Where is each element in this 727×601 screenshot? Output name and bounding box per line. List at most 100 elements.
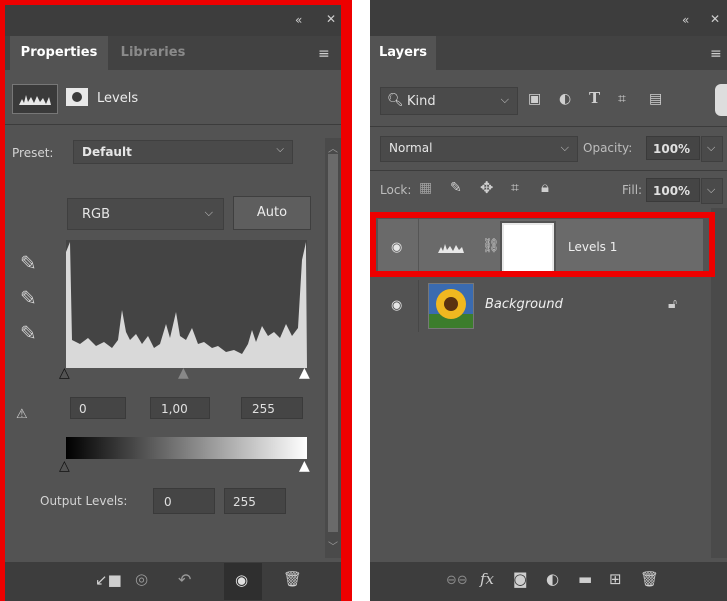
panel-menu-icon[interactable]: ≡ <box>710 47 722 61</box>
gray-eyedropper-icon[interactable]: ✎ <box>20 288 37 308</box>
link-layers-icon[interactable]: ⊖⊖ <box>446 574 468 587</box>
histogram-graph <box>66 242 307 368</box>
close-icon[interactable]: ✕ <box>710 13 720 25</box>
chevron-down-icon: ⌵ <box>560 141 569 154</box>
white-point-slider[interactable]: ▲ <box>299 366 310 380</box>
highlight-right <box>341 0 352 601</box>
collapse-icon[interactable]: « <box>682 14 689 26</box>
image-filter-icon[interactable]: ▣ <box>528 92 541 106</box>
shape-filter-icon[interactable]: ⌗ <box>618 92 626 106</box>
chevron-down-icon: ⌵ <box>500 93 509 106</box>
output-white-slider[interactable]: ▲ <box>299 459 310 473</box>
output-black-field[interactable]: 0 <box>153 488 215 514</box>
input-white-field[interactable]: 255 <box>241 397 303 419</box>
delete-layer-icon[interactable]: 🗑︎ <box>640 572 659 587</box>
filter-kind-label: Kind <box>407 94 436 109</box>
chevron-down-icon: ⌵ <box>707 141 716 154</box>
layer-mask-icon <box>66 88 88 106</box>
opacity-slider-toggle[interactable]: ⌵ <box>701 136 723 162</box>
opacity-label: Opacity: <box>583 141 633 155</box>
channel-value: RGB <box>82 207 111 222</box>
panel-menu-icon[interactable]: ≡ <box>318 47 330 61</box>
new-adjustment-icon[interactable]: ◐ <box>546 572 559 587</box>
tab-libraries[interactable]: Libraries <box>118 36 188 70</box>
clip-to-layer-icon[interactable]: ↙■ <box>95 573 122 588</box>
preset-value: Default <box>82 145 132 159</box>
levels-histogram-icon <box>12 84 58 114</box>
fill-field[interactable]: 100% <box>646 178 700 202</box>
new-group-icon[interactable]: ▬ <box>578 572 592 587</box>
new-layer-icon[interactable]: ⊞ <box>609 572 622 587</box>
lock-label: Lock: <box>380 183 412 197</box>
white-eyedropper-icon[interactable]: ✎ <box>20 323 37 343</box>
output-levels-label: Output Levels: <box>40 494 128 508</box>
chevron-down-icon: ⌵ <box>204 206 213 219</box>
reset-icon[interactable]: ↶ <box>178 572 191 588</box>
preset-dropdown[interactable]: Default ⌵ <box>73 140 293 164</box>
scrollbar[interactable]: ︿ ﹀ <box>325 138 341 558</box>
visibility-eye-icon: ◉ <box>235 571 249 589</box>
black-eyedropper-icon[interactable]: ✎ <box>20 253 37 273</box>
layer-mask-thumbnail[interactable] <box>502 223 554 275</box>
collapse-icon[interactable]: « <box>295 14 302 26</box>
lock-position-icon[interactable]: ✥ <box>480 180 493 196</box>
layer-name[interactable]: Background <box>485 297 563 312</box>
lock-transparent-icon[interactable]: ▦ <box>419 181 432 195</box>
highlight-top <box>0 0 347 5</box>
layer-name[interactable]: Levels 1 <box>568 240 617 254</box>
type-filter-icon[interactable]: T <box>589 91 600 106</box>
tab-layers[interactable]: Layers <box>370 36 436 70</box>
auto-button[interactable]: Auto <box>233 196 311 230</box>
blend-mode-dropdown[interactable]: Normal ⌵ <box>380 136 578 162</box>
channel-dropdown[interactable]: RGB ⌵ <box>67 198 224 230</box>
view-previous-icon[interactable]: ◎ <box>135 572 148 587</box>
filter-toggle[interactable] <box>715 84 727 116</box>
gamma-slider[interactable]: ▲ <box>178 366 189 380</box>
visibility-toggle[interactable]: ◉ <box>224 563 262 600</box>
sunflower-thumbnail <box>428 283 474 329</box>
layer-row-levels-1[interactable]: ◉ ⛓︎ Levels 1 <box>378 219 703 277</box>
filter-kind-dropdown[interactable]: 🔍︎ Kind ⌵ <box>380 87 518 115</box>
layer-highlight-left <box>370 212 376 277</box>
levels-adjustment-icon <box>438 244 464 253</box>
eye-icon[interactable]: ◉ <box>391 241 402 254</box>
layer-highlight-top <box>370 212 715 218</box>
lock-artboard-icon[interactable]: ⌗ <box>511 181 519 195</box>
lock-all-icon[interactable]: 🔒︎ <box>541 180 549 195</box>
output-white-field[interactable]: 255 <box>224 488 286 514</box>
properties-panel: « ✕ Properties Libraries ≡ Levels Preset… <box>0 0 352 601</box>
scroll-down-icon[interactable]: ﹀ <box>328 538 338 553</box>
adjustment-title: Levels <box>97 91 139 106</box>
input-black-field[interactable]: 0 <box>70 397 126 419</box>
output-black-slider[interactable]: △ <box>59 459 70 473</box>
eye-icon[interactable]: ◉ <box>391 299 402 312</box>
layers-panel: « ✕ Layers ≡ 🔍︎ Kind ⌵ ▣ ◐ T ⌗ ▤ Normal … <box>370 0 727 601</box>
blend-mode-value: Normal <box>389 141 433 155</box>
layer-highlight-bottom <box>370 271 715 277</box>
close-icon[interactable]: ✕ <box>326 13 336 25</box>
levels-warning-icon: ⚠ <box>16 407 28 422</box>
layer-row-background[interactable]: ◉ Background 🔓︎ <box>378 280 703 332</box>
padlock-icon: 🔓︎ <box>668 296 678 312</box>
highlight-left <box>0 0 5 601</box>
fx-icon[interactable]: fx <box>480 572 494 587</box>
lock-image-icon[interactable]: ✎ <box>450 181 462 195</box>
opacity-field[interactable]: 100% <box>646 136 700 160</box>
chevron-down-icon: ⌵ <box>276 144 284 155</box>
chain-link-icon[interactable]: ⛓︎ <box>482 239 500 253</box>
fill-label: Fill: <box>622 183 643 197</box>
input-gamma-field[interactable]: 1,00 <box>150 397 210 419</box>
trash-icon[interactable]: 🗑︎ <box>283 572 302 587</box>
add-mask-icon[interactable]: ◙ <box>513 572 528 587</box>
smart-object-filter-icon[interactable]: ▤ <box>649 92 662 106</box>
chevron-down-icon: ⌵ <box>707 183 716 196</box>
search-icon: 🔍︎ <box>387 93 404 108</box>
scroll-up-icon[interactable]: ︿ <box>328 140 338 155</box>
fill-slider-toggle[interactable]: ⌵ <box>701 178 723 204</box>
panel-header <box>370 0 727 36</box>
tab-properties[interactable]: Properties <box>10 36 108 70</box>
black-point-slider[interactable]: △ <box>59 366 70 380</box>
adjustment-filter-icon[interactable]: ◐ <box>559 92 571 106</box>
scrollbar-thumb[interactable] <box>328 154 338 532</box>
levels-histogram <box>66 240 307 368</box>
